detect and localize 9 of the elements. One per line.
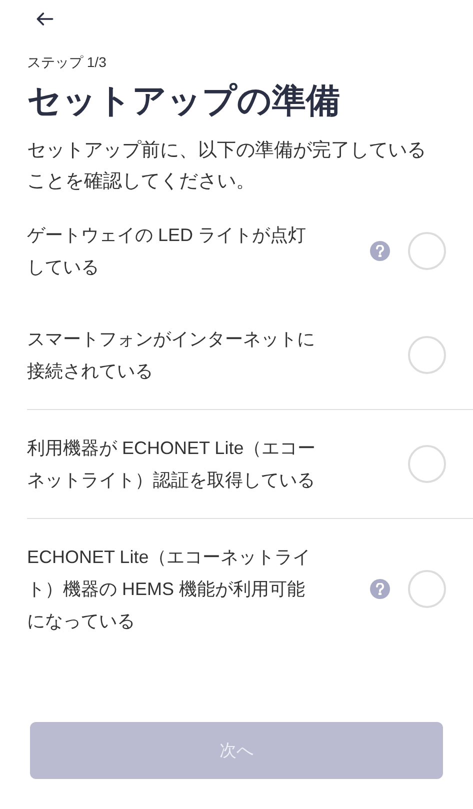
checklist-label: ゲートウェイの LED ライトが点灯している bbox=[27, 224, 308, 279]
checklist-label: ECHONET Lite（エコーネットライト）機器の HEMS 機能が利用可能になっている bbox=[27, 546, 312, 633]
intro-text: セットアップ前に、以下の準備が完了していることを確認してください。 bbox=[27, 139, 427, 194]
page-title: セットアップの準備 bbox=[27, 81, 341, 122]
checklist-label: スマートフォンがインターネットに接続されている bbox=[27, 328, 316, 383]
step-label: ステップ 1/3 bbox=[27, 53, 108, 72]
help-icon[interactable] bbox=[370, 579, 390, 599]
checklist-label: 利用機器が ECHONET Lite（エコーネットライト）認証を取得している bbox=[27, 437, 317, 492]
help-icon[interactable] bbox=[370, 241, 390, 261]
